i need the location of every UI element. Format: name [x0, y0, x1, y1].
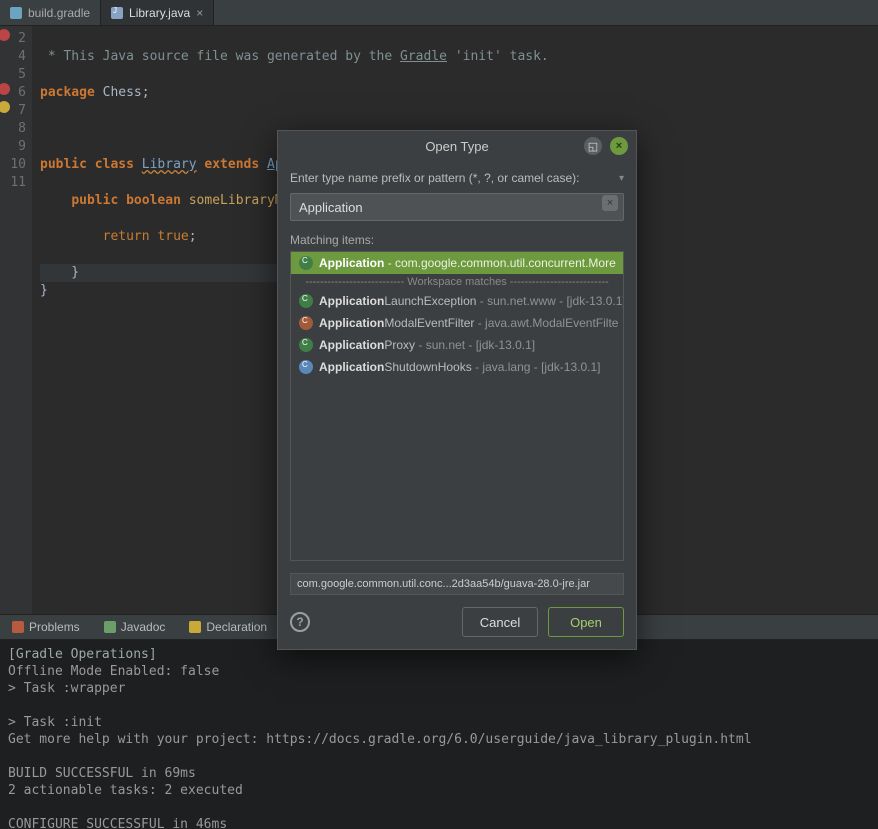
class-icon: [299, 256, 313, 270]
result-item[interactable]: ApplicationShutdownHooks - java.lang - […: [291, 356, 623, 378]
dialog-prompt: Enter type name prefix or pattern (*, ?,…: [290, 171, 624, 185]
clear-input-icon[interactable]: ×: [602, 195, 618, 211]
chevron-down-icon[interactable]: ▾: [619, 173, 624, 184]
warning-marker-icon[interactable]: [0, 101, 10, 113]
problems-icon: [12, 621, 24, 633]
line-gutter: 2 4 5 6 7 8 9 10 11: [0, 26, 32, 614]
result-item[interactable]: Application - com.google.common.util.con…: [291, 252, 623, 274]
result-item[interactable]: ApplicationLaunchException - sun.net.www…: [291, 290, 623, 312]
cancel-button[interactable]: Cancel: [462, 607, 538, 637]
class-icon: [299, 338, 313, 352]
tab-library-java[interactable]: Library.java ×: [101, 0, 214, 25]
dialog-title: Open Type: [425, 139, 488, 154]
result-item[interactable]: ApplicationModalEventFilter - java.awt.M…: [291, 312, 623, 334]
tab-problems[interactable]: Problems: [4, 615, 88, 639]
open-type-dialog: Open Type ◱ × Enter type name prefix or …: [277, 130, 637, 650]
tab-label: build.gradle: [28, 6, 90, 20]
tab-build-gradle[interactable]: build.gradle: [0, 0, 101, 25]
tab-declaration[interactable]: Declaration: [181, 615, 275, 639]
class-icon: [299, 316, 313, 330]
java-icon: [111, 7, 123, 19]
help-icon[interactable]: ?: [290, 612, 310, 632]
javadoc-icon: [104, 621, 116, 633]
workspace-divider: --------------------------- Workspace ma…: [291, 274, 623, 290]
class-icon: [299, 360, 313, 374]
declaration-icon: [189, 621, 201, 633]
class-icon: [299, 294, 313, 308]
open-button[interactable]: Open: [548, 607, 624, 637]
close-icon[interactable]: ×: [610, 137, 628, 155]
console-output[interactable]: [Gradle Operations] Offline Mode Enabled…: [0, 640, 878, 829]
close-icon[interactable]: ×: [196, 6, 203, 20]
gradle-icon: [10, 7, 22, 19]
code-comment: * This Java source file was generated by…: [40, 49, 549, 64]
editor-tabs: build.gradle Library.java ×: [0, 0, 878, 26]
results-list[interactable]: Application - com.google.common.util.con…: [290, 251, 624, 561]
tab-javadoc[interactable]: Javadoc: [96, 615, 174, 639]
result-item[interactable]: ApplicationProxy - sun.net - [jdk-13.0.1…: [291, 334, 623, 356]
tab-label: Library.java: [129, 6, 190, 20]
error-marker-icon[interactable]: [0, 83, 10, 95]
type-search-input[interactable]: [290, 193, 624, 221]
error-marker-icon[interactable]: [0, 29, 10, 41]
maximize-icon[interactable]: ◱: [584, 137, 602, 155]
dialog-title-bar[interactable]: Open Type ◱ ×: [278, 131, 636, 161]
dialog-status: com.google.common.util.conc...2d3aa54b/g…: [290, 573, 624, 595]
matching-items-label: Matching items:: [290, 233, 624, 247]
